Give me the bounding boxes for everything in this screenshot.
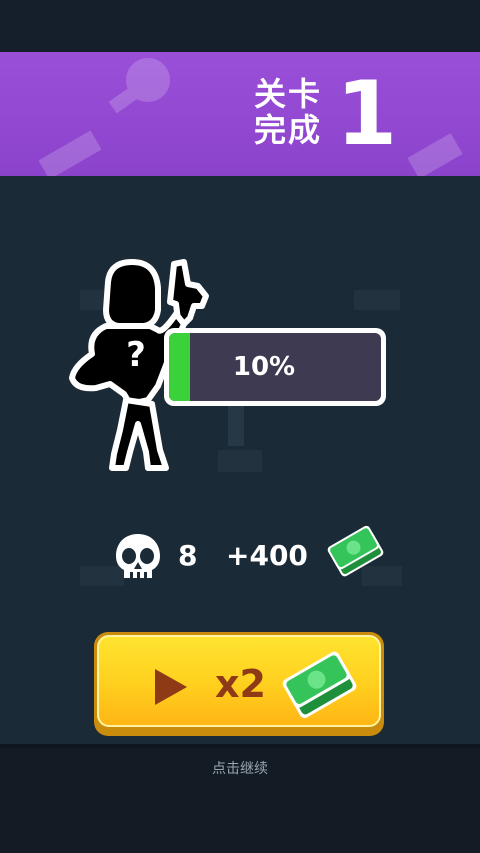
double-reward-button-face[interactable]: x2 [97, 635, 381, 727]
cash-reward: +400 [226, 539, 308, 572]
reward-stats: 8 +400 [0, 522, 480, 586]
silhouette-question-mark: ? [126, 335, 146, 375]
play-icon [155, 669, 187, 705]
cash-icon [282, 651, 357, 719]
level-number: 1 [336, 62, 398, 165]
cash-icon [327, 525, 384, 577]
double-reward-label: x2 [215, 662, 266, 706]
level-label-line2: 完成 [254, 111, 323, 149]
background-enemy [228, 406, 244, 446]
unlock-progress-text: 10% [232, 352, 296, 382]
background-crate [218, 450, 262, 472]
top-bar [0, 0, 480, 52]
level-label-line1: 关卡 [254, 75, 323, 113]
level-complete-banner: 关卡 完成 1 [0, 52, 480, 176]
level-complete-label: 关卡 完成 [254, 76, 334, 148]
kill-count: 8 [178, 539, 198, 572]
unlock-progress-track: 10% [169, 333, 381, 401]
skull-icon [116, 534, 160, 578]
unlock-progress-bar: 10% [164, 328, 386, 406]
tap-to-continue[interactable]: 点击继续 [0, 758, 480, 780]
background-crate [354, 290, 400, 310]
banner-decoration-icon [38, 58, 463, 176]
double-reward-button[interactable]: x2 [94, 632, 384, 736]
